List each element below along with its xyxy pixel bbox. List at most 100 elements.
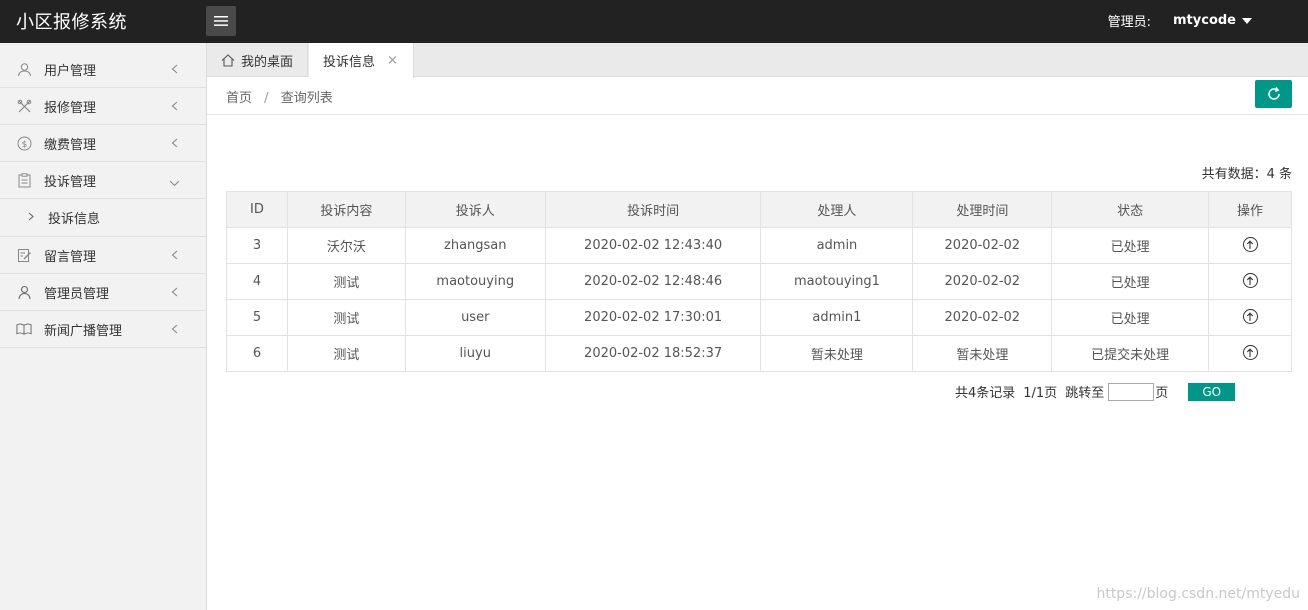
- up-arrow-circle-icon[interactable]: [1242, 273, 1258, 289]
- sidebar-item-label: 用户管理: [44, 63, 97, 79]
- up-arrow-circle-icon[interactable]: [1242, 309, 1258, 325]
- sidebar-item-label: 新闻广播管理: [44, 323, 123, 339]
- table-cell: maotouying: [404, 263, 546, 300]
- chevron-left-icon: [171, 249, 178, 264]
- note-edit-icon: [16, 247, 32, 263]
- sidebar-subitem-complaint-info[interactable]: 投诉信息: [0, 199, 206, 237]
- table-cell: 测试: [286, 335, 406, 372]
- table-cell: 3: [226, 227, 288, 264]
- refresh-button[interactable]: [1255, 80, 1292, 108]
- table-cell: 2020-02-02: [912, 227, 1053, 264]
- table-cell: 测试: [286, 299, 406, 336]
- column-header: 处理时间: [912, 191, 1053, 228]
- page-jump-input[interactable]: [1108, 382, 1155, 401]
- column-header: 投诉人: [404, 191, 546, 228]
- column-header: ID: [226, 191, 288, 228]
- tab-home-label: 我的桌面: [241, 54, 294, 70]
- page-indicator: 1/1页: [1023, 386, 1058, 401]
- table-cell: 2020-02-02 12:43:40: [544, 227, 762, 264]
- table-row: 3 沃尔沃 zhangsan 2020-02-02 12:43:40 admin…: [226, 227, 1292, 264]
- table-cell: admin: [760, 227, 914, 264]
- table-row: 4 测试 maotouying 2020-02-02 12:48:46 maot…: [226, 263, 1292, 300]
- app-title: 小区报修系统: [16, 12, 127, 33]
- sidebar-item-label: 留言管理: [44, 249, 97, 265]
- up-arrow-circle-icon[interactable]: [1242, 345, 1258, 361]
- table-cell: 2020-02-02: [912, 263, 1053, 300]
- chevron-down-icon: [169, 176, 180, 191]
- column-header: 处理人: [760, 191, 914, 228]
- table-row: 5 测试 user 2020-02-02 17:30:01 admin1 202…: [226, 299, 1292, 336]
- tab-bar: 我的桌面 投诉信息 ×: [207, 43, 1308, 78]
- table-cell: 测试: [286, 263, 406, 300]
- up-arrow-circle-icon[interactable]: [1242, 237, 1258, 253]
- admin-label: 管理员:: [1107, 15, 1151, 30]
- table-cell: [1208, 227, 1292, 264]
- jump-label: 跳转至: [1065, 386, 1105, 401]
- menu-toggle-button[interactable]: [206, 6, 236, 36]
- caret-down-icon[interactable]: [1242, 17, 1252, 24]
- close-icon[interactable]: ×: [387, 53, 398, 68]
- table-cell: zhangsan: [404, 227, 546, 264]
- column-header: 操作: [1208, 191, 1292, 228]
- record-count: 共4条记录: [955, 386, 1016, 401]
- svg-text:$: $: [21, 140, 27, 150]
- home-icon: [221, 53, 235, 67]
- tools-icon: [16, 98, 32, 114]
- admin-menu[interactable]: 管理员: mtycode: [1108, 11, 1252, 30]
- tab-home[interactable]: 我的桌面: [207, 43, 308, 77]
- sidebar-item-news-management[interactable]: 新闻广播管理: [0, 311, 206, 348]
- sidebar-item-message-management[interactable]: 留言管理: [0, 237, 206, 274]
- chevron-left-icon: [171, 63, 178, 78]
- chevron-left-icon: [171, 286, 178, 301]
- breadcrumb-bar: 首页 / 查询列表: [207, 77, 1308, 115]
- table-cell: 暂未处理: [912, 335, 1053, 372]
- sidebar-item-admin-management[interactable]: 管理员管理: [0, 274, 206, 311]
- sidebar-item-user-management[interactable]: 用户管理: [0, 51, 206, 88]
- chevron-left-icon: [171, 137, 178, 152]
- book-icon: [16, 321, 32, 337]
- sidebar-item-label: 管理员管理: [44, 286, 110, 302]
- breadcrumb-separator: /: [264, 91, 269, 106]
- dollar-icon: $: [16, 135, 32, 151]
- breadcrumb-current: 查询列表: [280, 91, 333, 106]
- refresh-icon: [1267, 87, 1280, 100]
- sidebar-item-payment-management[interactable]: $ 缴费管理: [0, 125, 206, 162]
- table-cell: [1208, 263, 1292, 300]
- table-cell: liuyu: [404, 335, 546, 372]
- sidebar-item-label: 报修管理: [44, 100, 97, 116]
- table-cell: 4: [226, 263, 288, 300]
- table-cell: 已提交未处理: [1051, 335, 1210, 372]
- column-header: 状态: [1051, 191, 1210, 228]
- chevron-right-icon: [28, 210, 34, 225]
- table-cell: [1208, 335, 1292, 372]
- hamburger-icon: [214, 16, 228, 26]
- user-icon: [16, 61, 32, 77]
- table-cell: 2020-02-02: [912, 299, 1053, 336]
- table-cell: 已处理: [1051, 299, 1210, 336]
- tab-label: 投诉信息: [323, 55, 376, 70]
- table-cell: 6: [226, 335, 288, 372]
- chevron-left-icon: [171, 100, 178, 115]
- go-button[interactable]: GO: [1188, 382, 1236, 401]
- person-icon: [16, 284, 32, 300]
- table-header-row: ID 投诉内容 投诉人 投诉时间 处理人 处理时间 状态 操作: [226, 191, 1292, 228]
- top-header: 小区报修系统 管理员: mtycode: [0, 0, 1308, 43]
- watermark-text: https://blog.csdn.net/mtyedu: [1096, 586, 1300, 602]
- page-unit-label: 页: [1155, 386, 1169, 401]
- table-cell: 2020-02-02 12:48:46: [544, 263, 762, 300]
- clipboard-icon: [16, 172, 32, 188]
- table-row: 6 测试 liuyu 2020-02-02 18:52:37 暂未处理 暂未处理…: [226, 335, 1292, 372]
- tab-complaint-info[interactable]: 投诉信息 ×: [309, 43, 414, 78]
- column-header: 投诉内容: [286, 191, 406, 228]
- breadcrumb-home-link[interactable]: 首页: [226, 91, 252, 106]
- table-cell: user: [404, 299, 546, 336]
- column-header: 投诉时间: [544, 191, 762, 228]
- admin-username[interactable]: mtycode: [1173, 13, 1236, 28]
- complaints-table: ID 投诉内容 投诉人 投诉时间 处理人 处理时间 状态 操作 3 沃尔沃 zh…: [226, 191, 1292, 372]
- sidebar-item-complaint-management[interactable]: 投诉管理: [0, 162, 206, 199]
- table-cell: 2020-02-02 17:30:01: [544, 299, 762, 336]
- table-cell: 已处理: [1051, 263, 1210, 300]
- sidebar-item-repair-management[interactable]: 报修管理: [0, 88, 206, 125]
- sidebar: 用户管理 报修管理 $ 缴费管理 投诉管理 投诉信息 留言管理 管理员管理 新闻…: [0, 43, 207, 610]
- table-cell: 5: [226, 299, 288, 336]
